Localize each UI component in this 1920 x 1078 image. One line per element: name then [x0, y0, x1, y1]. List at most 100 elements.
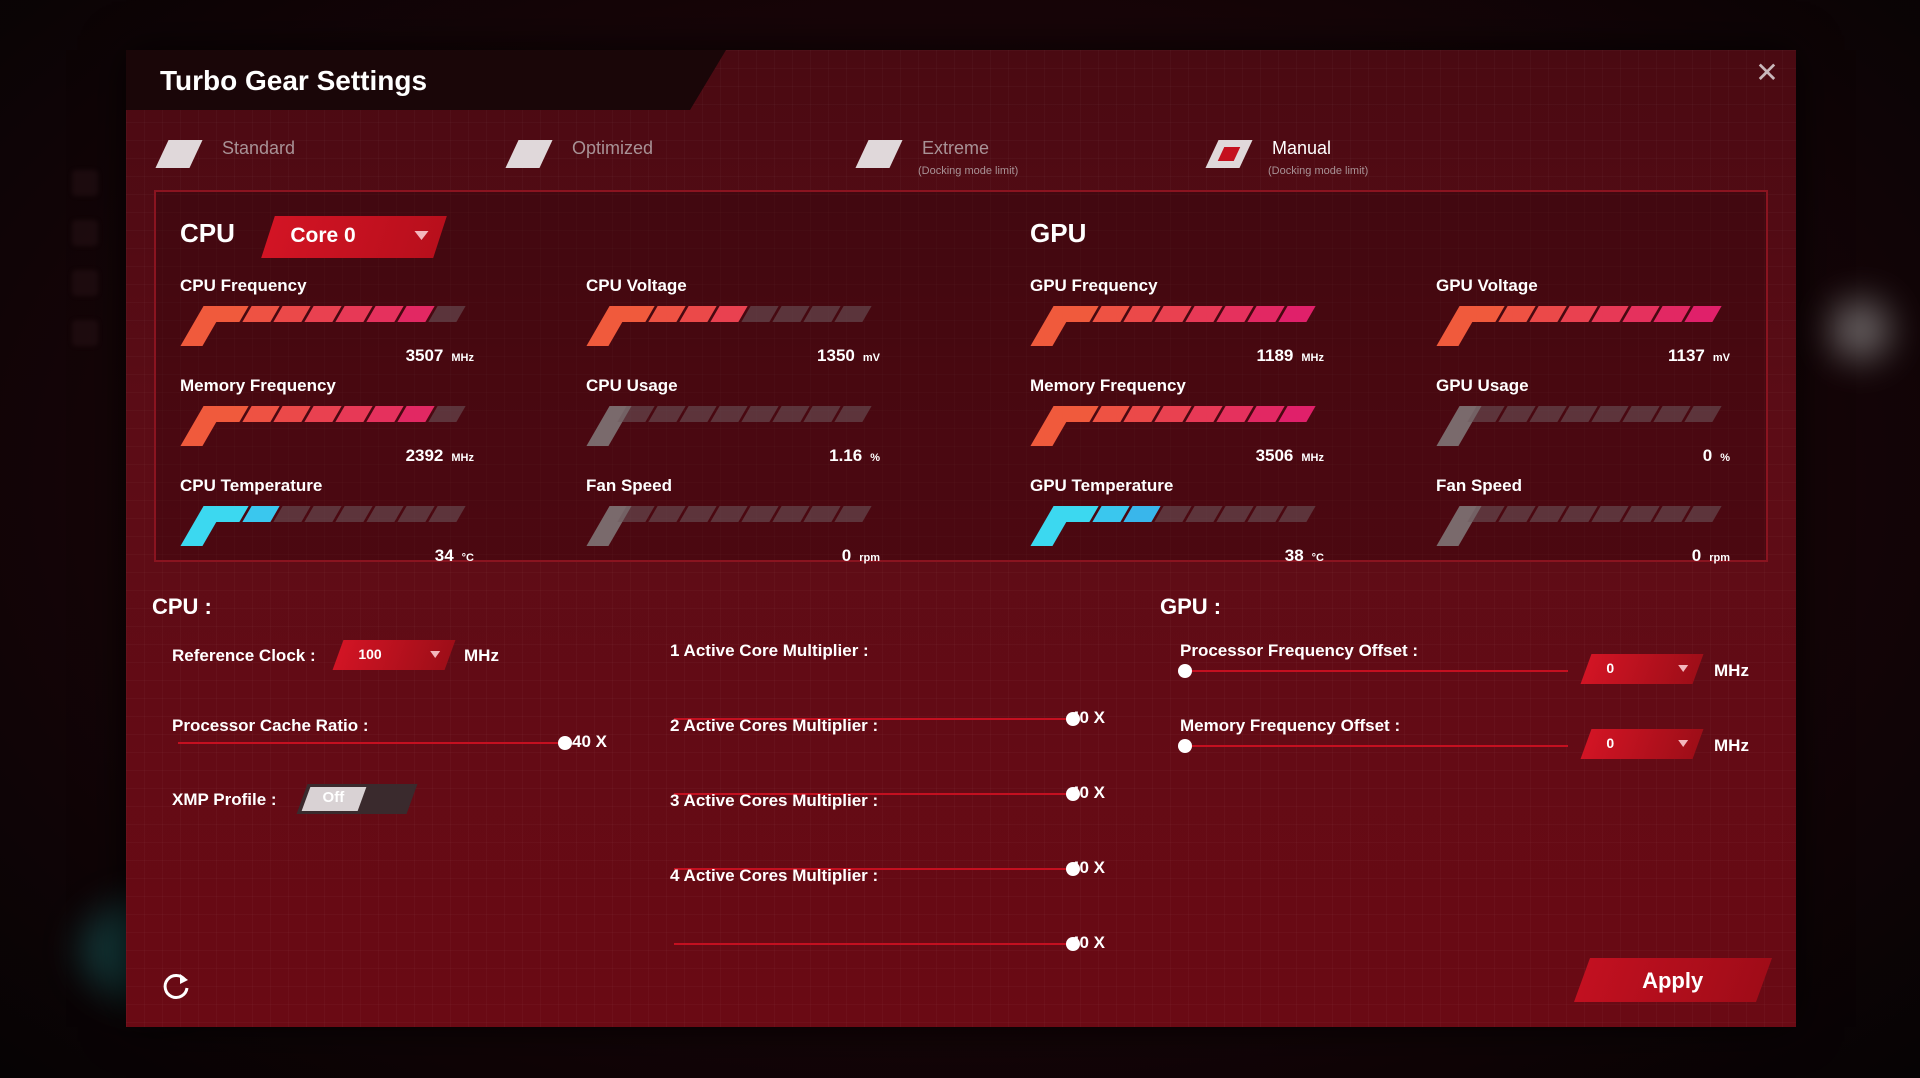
gauge-bar — [586, 506, 882, 546]
gauge-gpu-voltage: GPU Voltage 1137 mV — [1436, 276, 1736, 366]
gauge-value: 1189 MHz — [1256, 346, 1325, 365]
processor-offset-label: Processor Frequency Offset : — [1180, 641, 1419, 660]
gauge-gpu-fan-speed: Fan Speed 0 rpm — [1436, 476, 1736, 566]
gauge-label: CPU Voltage — [586, 276, 687, 295]
multiplier-4-slider[interactable] — [674, 937, 1080, 951]
multiplier-3-label: 3 Active Cores Multiplier : — [670, 791, 879, 810]
gauge-unit: rpm — [859, 552, 880, 564]
mode-extreme[interactable]: Extreme (Docking mode limit) — [855, 138, 1019, 177]
gauge-unit: MHz — [451, 352, 474, 364]
gauge-unit: °C — [461, 552, 474, 564]
xmp-profile-toggle[interactable]: Off — [296, 784, 418, 814]
memory-offset-input[interactable]: 0 — [1580, 729, 1704, 759]
background-icon — [72, 170, 98, 196]
gauge-bar — [180, 406, 476, 446]
gauge-value: 0% — [1702, 446, 1730, 465]
gauge-gpu-memory-frequency: Memory Frequency 3506 MHz — [1030, 376, 1330, 466]
mode-label: Extreme — [922, 138, 990, 158]
gauge-gpu-usage: GPU Usage 0% — [1436, 376, 1736, 466]
gauge-label: GPU Temperature — [1030, 476, 1174, 495]
reference-clock-value: 100 — [358, 646, 382, 662]
processor-offset-slider[interactable] — [1178, 664, 1568, 678]
gpu-settings-title: GPU : — [1160, 594, 1222, 619]
gauge-value: 2392 MHz — [405, 446, 474, 465]
gauge-label: GPU Usage — [1436, 376, 1529, 395]
multiplier-1-value: 40 X — [1070, 708, 1105, 727]
cache-ratio-value: 40 X — [572, 732, 607, 751]
turbo-gear-window: Turbo Gear Settings ✕ Standard Optimized… — [126, 50, 1796, 1027]
chevron-down-icon — [1678, 740, 1689, 747]
background-glow — [1830, 300, 1890, 360]
mode-label: Manual — [1272, 138, 1332, 158]
gauge-bar — [1436, 506, 1732, 546]
processor-offset-input[interactable]: 0 — [1580, 654, 1704, 684]
gauge-segment — [1684, 306, 1722, 322]
gauge-value: 0 rpm — [841, 546, 880, 565]
gauge-label: Fan Speed — [586, 476, 672, 495]
close-button[interactable]: ✕ — [1750, 56, 1784, 90]
mode-sublabel: (Docking mode limit) — [918, 165, 1019, 177]
mode-optimized[interactable]: Optimized — [505, 138, 653, 168]
memory-offset-slider[interactable] — [1178, 739, 1568, 753]
background-icon — [72, 220, 98, 246]
reference-clock-label: Reference Clock : — [172, 646, 316, 665]
gauge-unit: MHz — [1301, 452, 1324, 464]
slider-knob[interactable] — [558, 736, 572, 750]
cpu-section-title: CPU — [180, 218, 235, 248]
refresh-icon[interactable] — [158, 968, 194, 1004]
core-select-value: Core 0 — [290, 224, 356, 247]
slider-track — [1178, 670, 1568, 672]
apply-button[interactable]: Apply — [1573, 958, 1773, 1002]
gauge-unit: MHz — [1301, 352, 1324, 364]
gauge-bar — [180, 306, 476, 346]
chevron-down-icon — [414, 231, 429, 240]
slider-knob[interactable] — [1178, 739, 1192, 753]
multiplier-4-value: 40 X — [1070, 933, 1105, 952]
mode-manual[interactable]: Manual (Docking mode limit) — [1205, 138, 1369, 177]
gauge-bar — [586, 406, 882, 446]
memory-offset-value: 0 — [1606, 735, 1615, 751]
gauge-value: 3506 MHz — [1255, 446, 1324, 465]
gauge-gpu-temperature: GPU Temperature 38 °C — [1030, 476, 1330, 566]
mode-standard[interactable]: Standard — [155, 138, 295, 168]
gauge-segment — [834, 406, 872, 422]
gauge-segment — [834, 306, 872, 322]
gauge-label: Memory Frequency — [180, 376, 336, 395]
memory-offset-unit: MHz — [1714, 736, 1749, 755]
core-select-dropdown[interactable]: Core 0 — [261, 216, 447, 258]
gauge-cpu-voltage: CPU Voltage 1350 mV — [586, 276, 886, 366]
reference-clock-unit: MHz — [464, 646, 499, 665]
reference-clock-input[interactable]: 100 — [332, 640, 456, 670]
gauge-bar — [1436, 406, 1732, 446]
cache-ratio-slider[interactable] — [178, 736, 572, 750]
gauge-bar — [180, 506, 476, 546]
gauge-unit: % — [870, 452, 880, 464]
gauge-value: 1350 mV — [817, 346, 880, 365]
gauge-bar — [1030, 306, 1326, 346]
gauge-segment — [428, 506, 466, 522]
gauge-unit: % — [1720, 452, 1730, 464]
gauge-segment — [1684, 406, 1722, 422]
slider-knob[interactable] — [1178, 664, 1192, 678]
gauge-bar — [1436, 306, 1732, 346]
gauge-bar — [1030, 506, 1326, 546]
window-title: Turbo Gear Settings — [160, 65, 428, 96]
mode-checkbox[interactable] — [1205, 140, 1253, 168]
mode-checkbox[interactable] — [505, 140, 553, 168]
slider-track — [674, 943, 1080, 945]
gauge-segment — [428, 306, 466, 322]
gauge-segment — [1278, 406, 1316, 422]
gauge-label: GPU Voltage — [1436, 276, 1538, 295]
mode-checkbox[interactable] — [855, 140, 903, 168]
gauge-unit: mV — [862, 352, 880, 364]
gauge-segment — [1684, 506, 1722, 522]
mode-sublabel: (Docking mode limit) — [1268, 165, 1369, 177]
gauge-label: CPU Temperature — [180, 476, 323, 495]
gauge-unit: rpm — [1709, 552, 1730, 564]
gauge-segment — [428, 406, 466, 422]
gauge-cpu-fan-speed: Fan Speed 0 rpm — [586, 476, 886, 566]
multiplier-2-value: 40 X — [1070, 783, 1105, 802]
mode-checkbox[interactable] — [155, 140, 203, 168]
gauge-bar — [1030, 406, 1326, 446]
multiplier-1-label: 1 Active Core Multiplier : — [670, 641, 869, 660]
